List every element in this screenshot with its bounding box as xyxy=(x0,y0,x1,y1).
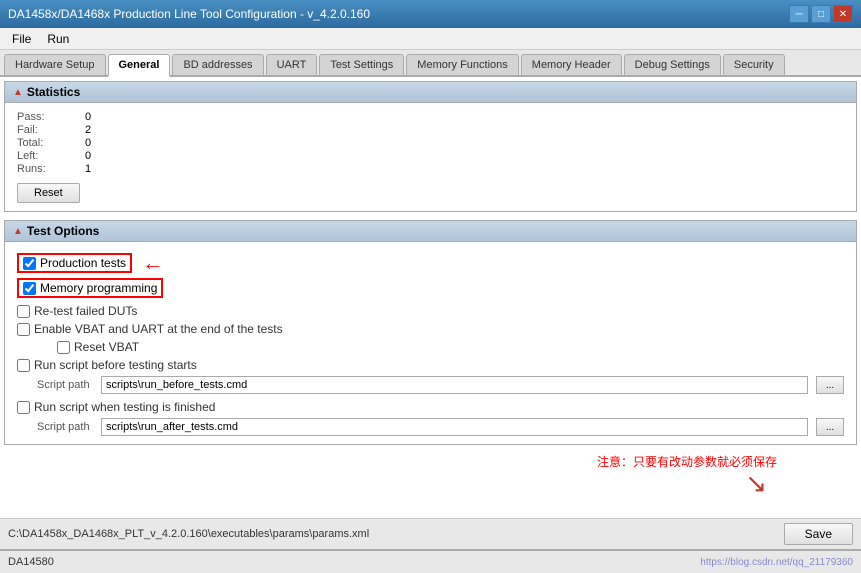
browse-before-button[interactable]: ... xyxy=(816,376,844,394)
enable-vbat-row: Enable VBAT and UART at the end of the t… xyxy=(17,320,844,338)
statistics-table: Pass: 0 Fail: 2 Total: 0 Left: 0 Runs: 1 xyxy=(17,111,844,175)
maximize-button[interactable]: □ xyxy=(811,5,831,23)
statistics-title: Statistics xyxy=(27,85,80,99)
tab-debug-settings[interactable]: Debug Settings xyxy=(624,54,721,75)
run-script-before-label[interactable]: Run script before testing starts xyxy=(34,358,197,372)
watermark: https://blog.csdn.net/qq_21179360 xyxy=(700,557,853,568)
minimize-button[interactable]: ─ xyxy=(789,5,809,23)
menu-bar: File Run xyxy=(0,28,861,50)
re-test-failed-label[interactable]: Re-test failed DUTs xyxy=(34,304,137,318)
script-path-before-input[interactable] xyxy=(101,376,808,394)
tab-bar: Hardware Setup General BD addresses UART… xyxy=(0,50,861,77)
annotation-area: 注意：只要有改动参数就必须保存 xyxy=(4,453,857,470)
re-test-failed-row: Re-test failed DUTs xyxy=(17,302,844,320)
tab-test-settings[interactable]: Test Settings xyxy=(319,54,404,75)
tab-security[interactable]: Security xyxy=(723,54,785,75)
reset-vbat-row: Reset VBAT xyxy=(57,338,844,356)
app-window: DA1458x/DA1468x Production Line Tool Con… xyxy=(0,0,861,573)
statistics-section: ▲ Statistics Pass: 0 Fail: 2 Total: 0 Le… xyxy=(4,81,857,212)
fail-label: Fail: xyxy=(17,124,77,136)
close-button[interactable]: ✕ xyxy=(833,5,853,23)
test-options-collapse-icon[interactable]: ▲ xyxy=(13,226,23,237)
device-status: DA14580 xyxy=(8,556,54,568)
title-bar: DA1458x/DA1468x Production Line Tool Con… xyxy=(0,0,861,28)
run-script-after-checkbox[interactable] xyxy=(17,401,30,414)
memory-programming-highlight: Memory programming xyxy=(17,278,163,298)
script-path-after-row: Script path ... xyxy=(37,418,844,436)
test-options-section: ▲ Test Options Production tests ← Memo xyxy=(4,220,857,445)
status-bar: DA14580 https://blog.csdn.net/qq_2117936… xyxy=(0,549,861,573)
run-script-after-label[interactable]: Run script when testing is finished xyxy=(34,400,215,414)
total-value: 0 xyxy=(85,137,125,149)
reset-button[interactable]: Reset xyxy=(17,183,80,203)
production-tests-highlight: Production tests xyxy=(17,253,132,273)
file-path: C:\DA1458x_DA1468x_PLT_v_4.2.0.160\execu… xyxy=(8,528,369,540)
test-options-body: Production tests ← Memory programming Re… xyxy=(5,242,856,444)
menu-run[interactable]: Run xyxy=(39,30,77,48)
title-bar-text: DA1458x/DA1468x Production Line Tool Con… xyxy=(8,7,370,21)
memory-programming-checkbox[interactable] xyxy=(23,282,36,295)
arrow-down: ↘ xyxy=(4,470,857,496)
memory-programming-label[interactable]: Memory programming xyxy=(40,281,157,295)
bottom-bar: C:\DA1458x_DA1468x_PLT_v_4.2.0.160\execu… xyxy=(0,518,861,549)
runs-value: 1 xyxy=(85,163,125,175)
re-test-failed-checkbox[interactable] xyxy=(17,305,30,318)
reset-vbat-label[interactable]: Reset VBAT xyxy=(74,340,139,354)
menu-file[interactable]: File xyxy=(4,30,39,48)
pass-value: 0 xyxy=(85,111,125,123)
script-path-before-label: Script path xyxy=(37,379,97,391)
tab-bd-addresses[interactable]: BD addresses xyxy=(172,54,263,75)
left-label: Left: xyxy=(17,150,77,162)
left-value: 0 xyxy=(85,150,125,162)
production-tests-label[interactable]: Production tests xyxy=(40,256,126,270)
test-options-title: Test Options xyxy=(27,224,99,238)
production-tests-checkbox[interactable] xyxy=(23,257,36,270)
tab-uart[interactable]: UART xyxy=(266,54,318,75)
fail-value: 2 xyxy=(85,124,125,136)
statistics-header: ▲ Statistics xyxy=(5,82,856,103)
browse-after-button[interactable]: ... xyxy=(816,418,844,436)
tab-hardware-setup[interactable]: Hardware Setup xyxy=(4,54,106,75)
run-script-before-checkbox[interactable] xyxy=(17,359,30,372)
runs-label: Runs: xyxy=(17,163,77,175)
tab-general[interactable]: General xyxy=(108,54,171,77)
statistics-body: Pass: 0 Fail: 2 Total: 0 Left: 0 Runs: 1… xyxy=(5,103,856,211)
run-script-after-row: Run script when testing is finished xyxy=(17,398,844,416)
script-path-after-input[interactable] xyxy=(101,418,808,436)
tab-memory-header[interactable]: Memory Header xyxy=(521,54,622,75)
enable-vbat-checkbox[interactable] xyxy=(17,323,30,336)
statistics-collapse-icon[interactable]: ▲ xyxy=(13,87,23,98)
total-label: Total: xyxy=(17,137,77,149)
script-path-after-label: Script path xyxy=(37,421,97,433)
production-tests-arrow: ← xyxy=(142,250,164,276)
title-bar-controls: ─ □ ✕ xyxy=(789,5,853,23)
content-wrapper: ▲ Statistics Pass: 0 Fail: 2 Total: 0 Le… xyxy=(0,77,861,518)
enable-vbat-label[interactable]: Enable VBAT and UART at the end of the t… xyxy=(34,322,283,336)
tab-memory-functions[interactable]: Memory Functions xyxy=(406,54,518,75)
test-options-header: ▲ Test Options xyxy=(5,221,856,242)
reset-vbat-checkbox[interactable] xyxy=(57,341,70,354)
script-path-before-row: Script path ... xyxy=(37,376,844,394)
save-button[interactable]: Save xyxy=(784,523,853,545)
pass-label: Pass: xyxy=(17,111,77,123)
run-script-before-row: Run script before testing starts xyxy=(17,356,844,374)
